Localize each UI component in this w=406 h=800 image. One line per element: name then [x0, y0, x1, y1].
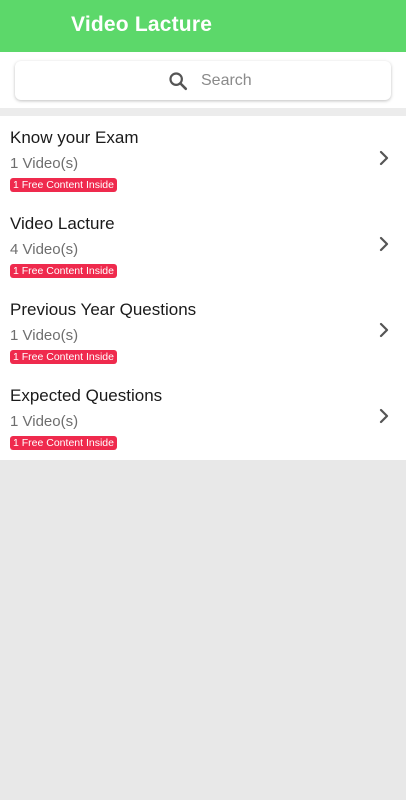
item-title: Video Lacture [10, 214, 115, 233]
lecture-list: Know your Exam 1 Video(s) 1 Free Content… [0, 116, 406, 460]
list-item[interactable]: Video Lacture 4 Video(s) 1 Free Content … [0, 202, 406, 288]
free-content-badge: 1 Free Content Inside [10, 350, 117, 364]
list-item[interactable]: Expected Questions 1 Video(s) 1 Free Con… [0, 374, 406, 460]
search-section: Search [0, 52, 406, 108]
item-video-count: 1 Video(s) [10, 413, 79, 430]
item-title: Know your Exam [10, 128, 139, 147]
item-title: Previous Year Questions [10, 300, 197, 319]
chevron-right-icon [379, 236, 389, 252]
item-video-count: 1 Video(s) [10, 155, 79, 172]
free-content-badge: 1 Free Content Inside [10, 178, 117, 192]
list-item[interactable]: Know your Exam 1 Video(s) 1 Free Content… [0, 116, 406, 202]
item-title: Expected Questions [10, 386, 163, 405]
divider [0, 108, 406, 116]
free-content-badge: 1 Free Content Inside [10, 436, 117, 450]
chevron-right-icon [379, 408, 389, 424]
item-video-count: 1 Video(s) [10, 327, 79, 344]
item-video-count: 4 Video(s) [10, 241, 79, 258]
chevron-right-icon [379, 150, 389, 166]
chevron-right-icon [379, 322, 389, 338]
search-input[interactable]: Search [15, 61, 391, 100]
free-content-badge: 1 Free Content Inside [10, 264, 117, 278]
app-bar: Video Lacture [0, 0, 406, 52]
search-icon [169, 72, 188, 91]
page-title: Video Lacture [71, 13, 213, 36]
list-item[interactable]: Previous Year Questions 1 Video(s) 1 Fre… [0, 288, 406, 374]
search-placeholder: Search [201, 72, 252, 89]
